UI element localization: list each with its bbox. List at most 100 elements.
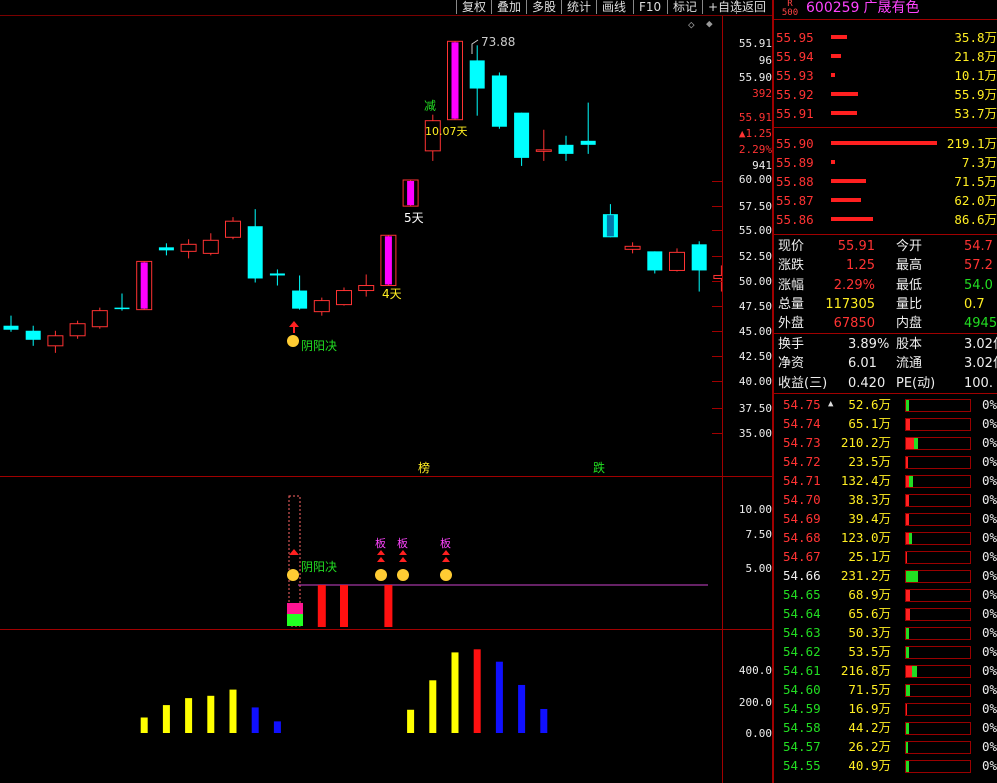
volume-ratio-box (905, 570, 971, 583)
sell-ratio-fill (906, 761, 909, 772)
price-axis-label: 60.00 (738, 173, 772, 186)
axis-info-label: 55.91 (738, 111, 772, 124)
ob-volume: 71.5万 (954, 174, 997, 189)
sell-level[interactable]: 55.91 53.7万 (776, 104, 997, 123)
up-arrow-icon (399, 550, 407, 555)
toolbar-button-2[interactable]: 多股 (526, 0, 561, 14)
limit-fill (451, 42, 459, 119)
quote-label: 量比 (896, 296, 923, 312)
volume-ratio-box (905, 589, 971, 602)
quote-value: 1.25 (846, 258, 875, 274)
volume-ratio-box (905, 665, 971, 678)
up-arrow-icon (442, 557, 450, 562)
buy-level[interactable]: 55.86 86.6万 (776, 210, 997, 229)
quote-value: 2.29% (833, 277, 875, 293)
price-volume-row[interactable]: 54.55 40.9万 0% (776, 756, 997, 775)
chart-annotation: 阴阳决 (301, 339, 337, 353)
ob-volume: 35.8万 (954, 30, 997, 45)
buy-level[interactable]: 55.90 219.1万 (776, 134, 997, 153)
price-volume-row[interactable]: 54.70 38.3万 0% (776, 490, 997, 509)
trade-price: 54.60 (783, 682, 821, 697)
axis-tick (712, 331, 722, 332)
ob-volume: 219.1万 (946, 136, 997, 151)
price-volume-row[interactable]: 54.57 26.2万 0% (776, 737, 997, 756)
price-volume-row[interactable]: 54.59 16.9万 0% (776, 699, 997, 718)
board-label: 板 (375, 536, 386, 550)
chart-annotation: 73.88 (481, 35, 515, 49)
buy-level[interactable]: 55.88 71.5万 (776, 172, 997, 191)
price-volume-row[interactable]: 54.64 65.6万 0% (776, 604, 997, 623)
sub2-bar (518, 684, 526, 733)
candle-body (47, 335, 64, 347)
price-volume-row[interactable]: 54.68 123.0万 0% (776, 528, 997, 547)
price-volume-row[interactable]: 54.75 ▲ 52.6万 0% (776, 395, 997, 414)
price-volume-row[interactable]: 54.69 39.4万 0% (776, 509, 997, 528)
candle-body (180, 243, 197, 252)
trade-price: 54.67 (783, 549, 821, 564)
trade-price: 54.71 (783, 473, 821, 488)
price-volume-row[interactable]: 54.67 25.1万 0% (776, 547, 997, 566)
buy-ratio-fill (906, 552, 907, 563)
buy-level[interactable]: 55.89 7.3万 (776, 153, 997, 172)
volume-ratio-box (905, 418, 971, 431)
toolbar-button-0[interactable]: 复权 (456, 0, 491, 14)
ob-volume: 62.0万 (954, 193, 997, 208)
price-volume-row[interactable]: 54.74 65.1万 0% (776, 414, 997, 433)
sell-level[interactable]: 55.92 55.9万 (776, 85, 997, 104)
sell-ratio-fill (909, 476, 913, 487)
toolbar-button-8[interactable]: 返回 (736, 0, 771, 14)
money-bag-icon (397, 569, 409, 581)
trade-price: 54.66 (783, 568, 821, 583)
candle-body (624, 245, 641, 250)
volume-ratio-box (905, 551, 971, 564)
ob-price: 55.95 (776, 30, 814, 45)
quote-label: 内盘 (896, 316, 923, 332)
price-volume-row[interactable]: 54.62 53.5万 0% (776, 642, 997, 661)
trade-price: 54.72 (783, 454, 821, 469)
price-volume-row[interactable]: 54.65 68.9万 0% (776, 585, 997, 604)
toolbar-button-6[interactable]: 标记 (667, 0, 702, 14)
price-volume-row[interactable]: 54.72 23.5万 0% (776, 452, 997, 471)
price-volume-row[interactable]: 54.58 44.2万 0% (776, 718, 997, 737)
volume-ratio-box (905, 475, 971, 488)
ob-volume: 53.7万 (954, 106, 997, 121)
buy-level[interactable]: 55.87 62.0万 (776, 191, 997, 210)
toolbar-button-1[interactable]: 叠加 (491, 0, 526, 14)
quote-label: 外盘 (778, 316, 805, 332)
quote-label: 净资 (778, 356, 805, 372)
limit-fill (407, 180, 415, 206)
price-volume-row[interactable]: 54.61 216.8万 0% (776, 661, 997, 680)
ob-price: 55.91 (776, 106, 814, 121)
price-volume-row[interactable]: 54.73 210.2万 0% (776, 433, 997, 452)
volume-ratio-box (905, 627, 971, 640)
quote-label: 涨跌 (778, 258, 805, 274)
sub1-bar (384, 585, 393, 627)
trade-percent: 0% (981, 758, 997, 773)
signal-bar-pink (287, 603, 303, 614)
candle-body (158, 247, 174, 251)
trade-volume: 71.5万 (848, 682, 891, 697)
price-axis-label: 45.00 (738, 325, 772, 338)
candle-body (358, 285, 375, 292)
price-volume-row[interactable]: 54.66 231.2万 0% (776, 566, 997, 585)
trade-price: 54.62 (783, 644, 821, 659)
quote-value: 3.89% (848, 337, 890, 352)
quote-row: 涨跌 1.25 最高 57.2 (778, 256, 997, 275)
ob-volume-bar (831, 54, 841, 58)
sell-level[interactable]: 55.94 21.8万 (776, 47, 997, 66)
price-volume-row[interactable]: 54.71 132.4万 0% (776, 471, 997, 490)
trade-percent: 0% (981, 587, 997, 602)
price-volume-row[interactable]: 54.60 71.5万 0% (776, 680, 997, 699)
toolbar-button-3[interactable]: 统计 (561, 0, 596, 14)
axis-tick (712, 408, 722, 409)
toolbar-button-4[interactable]: 画线 (596, 0, 631, 14)
quote-value: 4945 (964, 316, 997, 332)
title-divider (774, 19, 997, 20)
kline-chart[interactable]: 73.88减10.07天5天4天阴阳决榜 跌阴阳决板板板 (0, 16, 722, 783)
toolbar-button-5[interactable]: F10 (633, 0, 666, 14)
quote-row: 收益(三) 0.420 PE(动) 100. (778, 374, 997, 393)
sell-level[interactable]: 55.93 10.1万 (776, 66, 997, 85)
candle-body (313, 300, 330, 313)
price-volume-row[interactable]: 54.63 50.3万 0% (776, 623, 997, 642)
sell-level[interactable]: 55.95 35.8万 (776, 28, 997, 47)
